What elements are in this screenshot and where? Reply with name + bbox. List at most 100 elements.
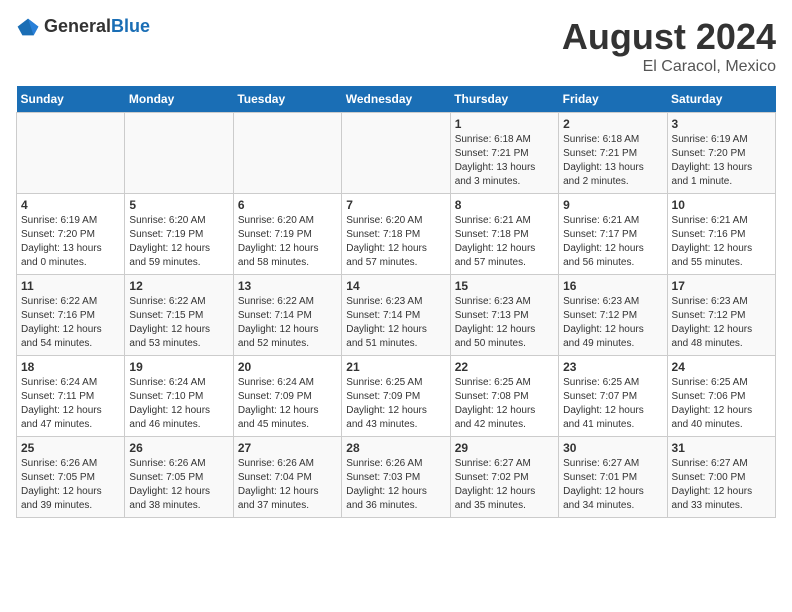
day-info: Sunrise: 6:24 AM Sunset: 7:10 PM Dayligh…	[129, 376, 228, 432]
day-info: Sunrise: 6:26 AM Sunset: 7:03 PM Dayligh…	[346, 457, 445, 513]
logo: GeneralBlue	[16, 16, 150, 37]
calendar-cell: 29 Sunrise: 6:27 AM Sunset: 7:02 PM Dayli…	[450, 437, 558, 518]
day-number: 1	[455, 117, 554, 131]
logo-text-blue: Blue	[111, 16, 150, 36]
day-number: 30	[563, 441, 662, 455]
day-number: 13	[238, 279, 337, 293]
day-info: Sunrise: 6:22 AM Sunset: 7:14 PM Dayligh…	[238, 295, 337, 351]
day-info: Sunrise: 6:19 AM Sunset: 7:20 PM Dayligh…	[672, 133, 771, 189]
calendar-cell	[233, 113, 341, 194]
day-of-week-header: Sunday	[17, 86, 125, 113]
calendar-cell: 15Sunrise: 6:23 AM Sunset: 7:13 PM Dayli…	[450, 275, 558, 356]
header: GeneralBlue August 2024 El Caracol, Mexi…	[16, 16, 776, 76]
calendar-cell: 13 Sunrise: 6:22 AM Sunset: 7:14 PM Dayli…	[233, 275, 341, 356]
day-of-week-header: Friday	[559, 86, 667, 113]
week-row: 1 Sunrise: 6:18 AM Sunset: 7:21 PM Daylig…	[17, 113, 776, 194]
day-info: Sunrise: 6:25 AM Sunset: 7:09 PM Dayligh…	[346, 376, 445, 432]
day-number: 11	[21, 279, 120, 293]
week-row: 11 Sunrise: 6:22 AM Sunset: 7:16 PM Dayli…	[17, 275, 776, 356]
day-info: Sunrise: 6:25 AM Sunset: 7:06 PM Dayligh…	[672, 376, 771, 432]
logo-text-general: General	[44, 16, 111, 36]
title-area: August 2024 El Caracol, Mexico	[562, 16, 776, 76]
calendar-cell: 18Sunrise: 6:24 AM Sunset: 7:11 PM Dayli…	[17, 356, 125, 437]
calendar-cell: 4Sunrise: 6:19 AM Sunset: 7:20 PM Daylig…	[17, 194, 125, 275]
day-info: Sunrise: 6:26 AM Sunset: 7:04 PM Dayligh…	[238, 457, 337, 513]
calendar-cell: 12 Sunrise: 6:22 AM Sunset: 7:15 PM Dayli…	[125, 275, 233, 356]
calendar-cell: 10 Sunrise: 6:21 AM Sunset: 7:16 PM Dayli…	[667, 194, 775, 275]
main-title: August 2024	[562, 16, 776, 58]
day-of-week-header: Saturday	[667, 86, 775, 113]
day-number: 27	[238, 441, 337, 455]
day-info: Sunrise: 6:23 AM Sunset: 7:12 PM Dayligh…	[563, 295, 662, 351]
day-number: 20	[238, 360, 337, 374]
day-info: Sunrise: 6:24 AM Sunset: 7:11 PM Dayligh…	[21, 376, 120, 432]
day-number: 7	[346, 198, 445, 212]
week-row: 4Sunrise: 6:19 AM Sunset: 7:20 PM Daylig…	[17, 194, 776, 275]
calendar-cell: 6Sunrise: 6:20 AM Sunset: 7:19 PM Daylig…	[233, 194, 341, 275]
day-info: Sunrise: 6:26 AM Sunset: 7:05 PM Dayligh…	[21, 457, 120, 513]
calendar-cell: 8 Sunrise: 6:21 AM Sunset: 7:18 PM Daylig…	[450, 194, 558, 275]
days-of-week-row: SundayMondayTuesdayWednesdayThursdayFrid…	[17, 86, 776, 113]
day-info: Sunrise: 6:22 AM Sunset: 7:16 PM Dayligh…	[21, 295, 120, 351]
week-row: 18Sunrise: 6:24 AM Sunset: 7:11 PM Dayli…	[17, 356, 776, 437]
day-number: 24	[672, 360, 771, 374]
calendar-cell: 21 Sunrise: 6:25 AM Sunset: 7:09 PM Dayli…	[342, 356, 450, 437]
calendar-cell: 2 Sunrise: 6:18 AM Sunset: 7:21 PM Daylig…	[559, 113, 667, 194]
day-number: 12	[129, 279, 228, 293]
day-info: Sunrise: 6:21 AM Sunset: 7:16 PM Dayligh…	[672, 214, 771, 270]
day-info: Sunrise: 6:25 AM Sunset: 7:07 PM Dayligh…	[563, 376, 662, 432]
day-number: 10	[672, 198, 771, 212]
calendar-cell: 28 Sunrise: 6:26 AM Sunset: 7:03 PM Dayli…	[342, 437, 450, 518]
day-info: Sunrise: 6:21 AM Sunset: 7:17 PM Dayligh…	[563, 214, 662, 270]
day-number: 22	[455, 360, 554, 374]
calendar-body: 1 Sunrise: 6:18 AM Sunset: 7:21 PM Daylig…	[17, 113, 776, 518]
day-info: Sunrise: 6:20 AM Sunset: 7:18 PM Dayligh…	[346, 214, 445, 270]
day-info: Sunrise: 6:27 AM Sunset: 7:02 PM Dayligh…	[455, 457, 554, 513]
day-number: 9	[563, 198, 662, 212]
day-number: 26	[129, 441, 228, 455]
day-info: Sunrise: 6:18 AM Sunset: 7:21 PM Dayligh…	[563, 133, 662, 189]
calendar-cell: 5Sunrise: 6:20 AM Sunset: 7:19 PM Daylig…	[125, 194, 233, 275]
calendar-cell: 17 Sunrise: 6:23 AM Sunset: 7:12 PM Dayli…	[667, 275, 775, 356]
day-info: Sunrise: 6:18 AM Sunset: 7:21 PM Dayligh…	[455, 133, 554, 189]
calendar-cell: 31Sunrise: 6:27 AM Sunset: 7:00 PM Dayli…	[667, 437, 775, 518]
day-info: Sunrise: 6:27 AM Sunset: 7:01 PM Dayligh…	[563, 457, 662, 513]
calendar-cell: 9 Sunrise: 6:21 AM Sunset: 7:17 PM Daylig…	[559, 194, 667, 275]
calendar-cell: 30 Sunrise: 6:27 AM Sunset: 7:01 PM Dayli…	[559, 437, 667, 518]
calendar-cell: 22Sunrise: 6:25 AM Sunset: 7:08 PM Dayli…	[450, 356, 558, 437]
day-number: 16	[563, 279, 662, 293]
calendar-cell: 24 Sunrise: 6:25 AM Sunset: 7:06 PM Dayli…	[667, 356, 775, 437]
day-of-week-header: Tuesday	[233, 86, 341, 113]
day-number: 3	[672, 117, 771, 131]
calendar-cell	[17, 113, 125, 194]
day-number: 17	[672, 279, 771, 293]
calendar-cell: 14Sunrise: 6:23 AM Sunset: 7:14 PM Dayli…	[342, 275, 450, 356]
calendar-table: SundayMondayTuesdayWednesdayThursdayFrid…	[16, 86, 776, 518]
day-of-week-header: Monday	[125, 86, 233, 113]
day-number: 21	[346, 360, 445, 374]
day-info: Sunrise: 6:23 AM Sunset: 7:12 PM Dayligh…	[672, 295, 771, 351]
day-number: 2	[563, 117, 662, 131]
calendar-cell: 3 Sunrise: 6:19 AM Sunset: 7:20 PM Daylig…	[667, 113, 775, 194]
calendar-cell	[125, 113, 233, 194]
day-of-week-header: Thursday	[450, 86, 558, 113]
day-info: Sunrise: 6:27 AM Sunset: 7:00 PM Dayligh…	[672, 457, 771, 513]
day-info: Sunrise: 6:21 AM Sunset: 7:18 PM Dayligh…	[455, 214, 554, 270]
calendar-cell: 16 Sunrise: 6:23 AM Sunset: 7:12 PM Dayli…	[559, 275, 667, 356]
week-row: 25Sunrise: 6:26 AM Sunset: 7:05 PM Dayli…	[17, 437, 776, 518]
calendar-cell: 27 Sunrise: 6:26 AM Sunset: 7:04 PM Dayli…	[233, 437, 341, 518]
calendar-cell: 19Sunrise: 6:24 AM Sunset: 7:10 PM Dayli…	[125, 356, 233, 437]
calendar-cell: 11 Sunrise: 6:22 AM Sunset: 7:16 PM Dayli…	[17, 275, 125, 356]
day-number: 14	[346, 279, 445, 293]
day-number: 29	[455, 441, 554, 455]
calendar-cell: 7 Sunrise: 6:20 AM Sunset: 7:18 PM Daylig…	[342, 194, 450, 275]
day-number: 23	[563, 360, 662, 374]
day-info: Sunrise: 6:26 AM Sunset: 7:05 PM Dayligh…	[129, 457, 228, 513]
day-info: Sunrise: 6:19 AM Sunset: 7:20 PM Dayligh…	[21, 214, 120, 270]
calendar-cell: 26 Sunrise: 6:26 AM Sunset: 7:05 PM Dayli…	[125, 437, 233, 518]
day-number: 28	[346, 441, 445, 455]
day-info: Sunrise: 6:22 AM Sunset: 7:15 PM Dayligh…	[129, 295, 228, 351]
day-number: 8	[455, 198, 554, 212]
day-info: Sunrise: 6:20 AM Sunset: 7:19 PM Dayligh…	[129, 214, 228, 270]
day-info: Sunrise: 6:24 AM Sunset: 7:09 PM Dayligh…	[238, 376, 337, 432]
